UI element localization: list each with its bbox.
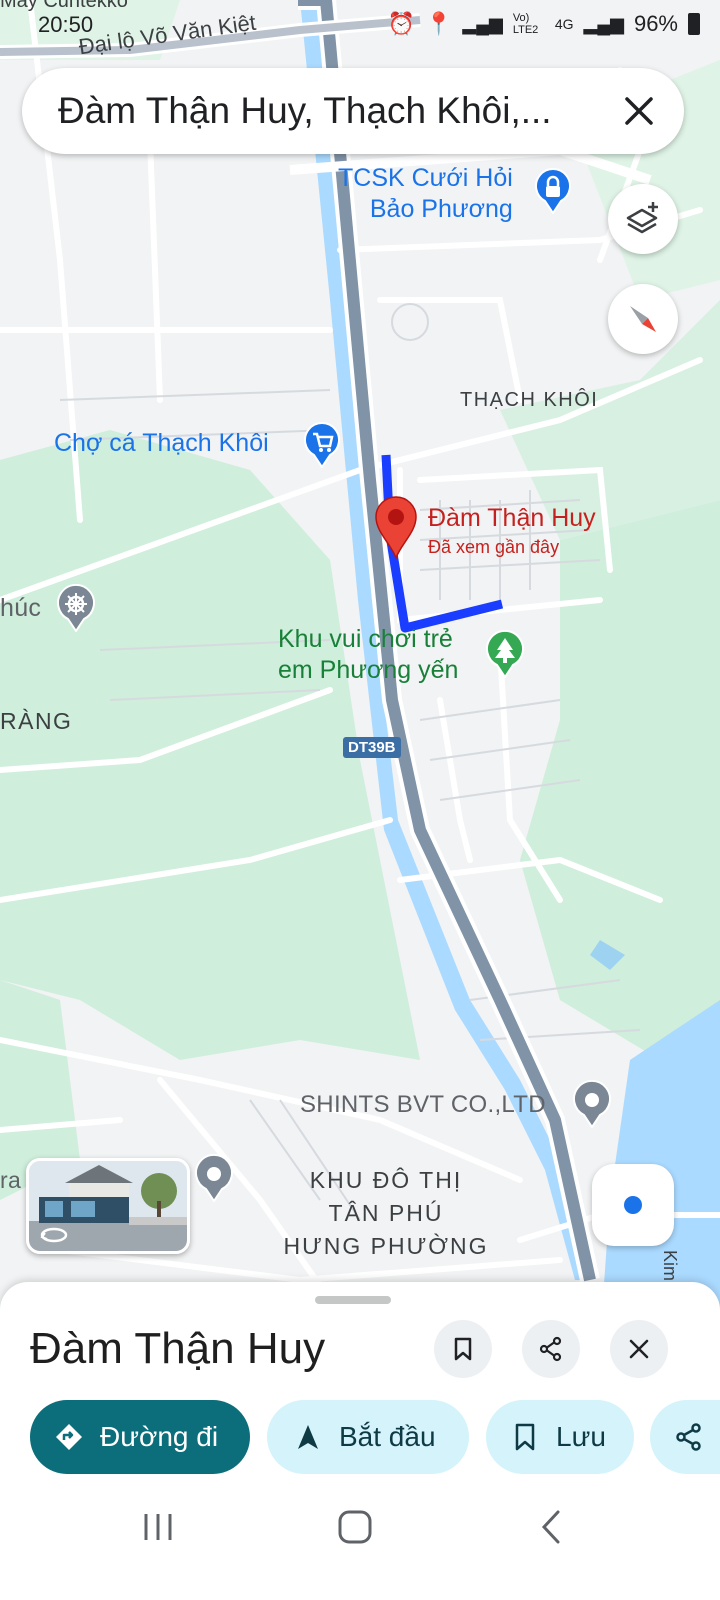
search-query[interactable]: Đàm Thận Huy, Thạch Khôi,... [58,90,598,132]
share-place-button[interactable] [522,1320,580,1378]
my-location-button[interactable] [592,1164,674,1246]
back-icon[interactable] [538,1508,564,1546]
status-bar: Máy Cuntekko 20:50 ⏰ 📍 ▂▄▆ Vo) LTE2 4G ▂… [0,0,720,50]
tree-pin-icon[interactable] [485,630,525,678]
ship-wheel-pin-icon[interactable] [56,584,96,632]
generic-pin-icon[interactable] [194,1154,234,1202]
poi-wedding-line2: Bảo Phương [369,195,513,223]
poi-company-label[interactable]: SHINTS BVT CO.,LTD [300,1091,546,1119]
start-button[interactable]: Bắt đầu [267,1400,469,1474]
close-icon[interactable] [618,90,660,132]
route-shield-dt39b: DT39B [343,737,401,758]
area-label-bottom: KHU ĐÔ THỊ TÂN PHÚ HƯNG PHƯỜNG [272,1164,500,1263]
my-location-dot-icon [620,1192,646,1218]
battery-label: 96% [633,11,678,36]
signal2-icon: ▂▄▆ [583,13,624,34]
pin-name-label[interactable]: Đàm Thận Huy [428,504,596,532]
recent-apps-icon[interactable] [140,1510,176,1544]
status-time: 20:50 [38,12,94,37]
poi-park-label[interactable]: Khu vui chơi trẻ em Phương yến [278,624,458,686]
rotate-360-icon [40,1227,68,1243]
edge-road-label: Kim [660,1250,680,1281]
pin-sub-label: Đã xem gần đây [428,537,560,557]
poi-wedding-line1: TCSK Cưới Hỏi [338,164,513,192]
directions-label: Đường đi [100,1421,219,1452]
area-bottom-line1: KHU ĐÔ THỊ [309,1167,463,1193]
share-button[interactable] [650,1400,720,1474]
navigation-arrow-icon [298,1425,318,1449]
system-nav-bar [0,1480,720,1600]
volte-label: Vo) LTE2 [512,12,539,36]
street-view-thumbnail[interactable] [26,1158,190,1254]
save-label: Lưu [556,1421,606,1452]
directions-icon [56,1424,82,1450]
shopping-cart-pin-icon[interactable] [303,422,341,468]
signal-icon: ▂▄▆ [462,13,503,34]
bookmark-icon [515,1423,535,1451]
battery-icon [688,13,700,35]
compass-button[interactable] [608,284,678,354]
poi-park-line1: Khu vui chơi trẻ [278,625,453,653]
company-pin-icon[interactable] [572,1080,612,1128]
place-title: Đàm Thận Huy [30,1324,326,1373]
close-sheet-button[interactable] [610,1320,668,1378]
layers-button[interactable] [608,184,678,254]
start-label: Bắt đầu [339,1421,436,1452]
status-icons: ⏰ 📍 ▂▄▆ Vo) LTE2 4G ▂▄▆ 96% [388,11,700,37]
search-bar[interactable]: Đàm Thận Huy, Thạch Khôi,... [22,68,684,154]
location-icon: 📍 [424,11,453,36]
area-label-left: RÀNG [0,708,73,734]
bookmark-icon [454,1337,472,1361]
share-icon [539,1336,562,1362]
sheet-drag-handle[interactable] [315,1296,391,1304]
save-button[interactable]: Lưu [486,1400,634,1474]
close-icon [629,1339,649,1359]
area-bottom-line2: TÂN PHÚ [328,1200,444,1226]
alarm-icon: ⏰ [387,11,415,36]
compass-icon [630,306,656,332]
lock-pin-icon[interactable] [534,168,572,214]
home-icon[interactable] [336,1508,374,1546]
poi-market-label[interactable]: Chợ cá Thạch Khôi [54,428,269,459]
poi-left-label[interactable]: húc [0,594,41,623]
directions-button[interactable]: Đường đi [30,1400,250,1474]
area-label-thach-khoi: THẠCH KHÔI [460,389,599,411]
network-label: 4G [554,16,574,32]
save-place-button[interactable] [434,1320,492,1378]
area-bottom-line3: HƯNG PHƯỜNG [283,1233,489,1259]
poi-left-bottom-label[interactable]: ra [0,1167,21,1194]
poi-park-line2: em Phương yến [278,656,459,684]
destination-pin-icon[interactable] [373,494,419,560]
share-icon [676,1423,701,1451]
poi-wedding-label[interactable]: TCSK Cưới Hỏi Bảo Phương [338,163,513,225]
layers-icon [626,202,658,234]
